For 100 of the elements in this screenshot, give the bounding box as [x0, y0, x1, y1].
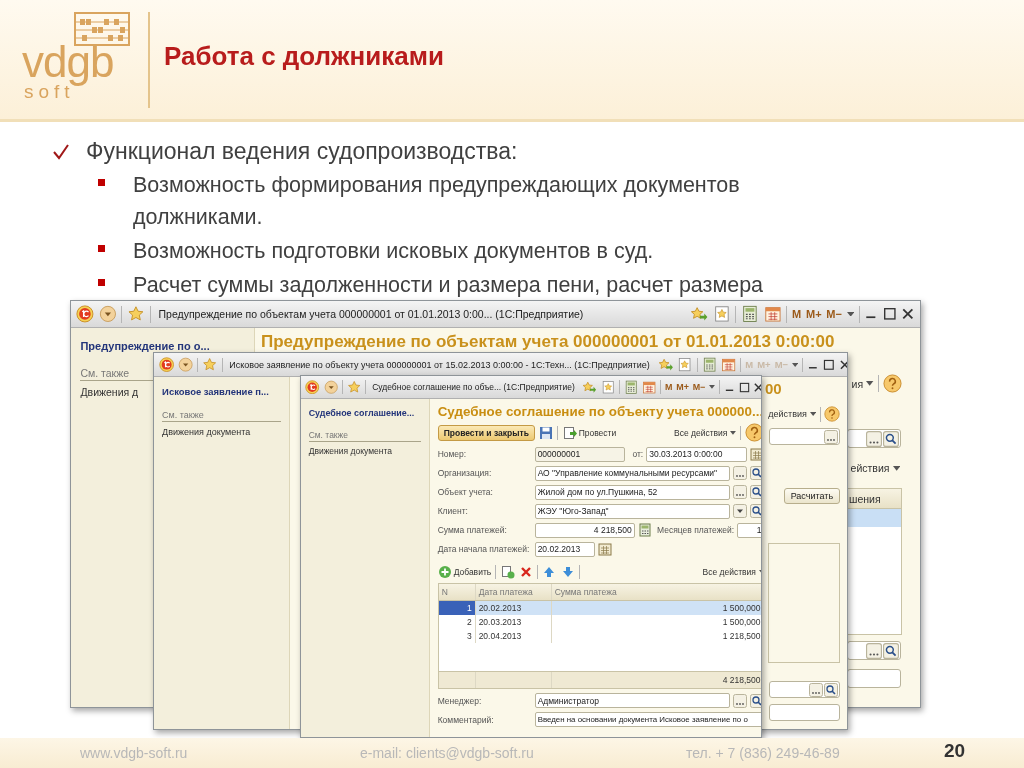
- input-field[interactable]: [769, 428, 841, 446]
- help-icon[interactable]: [824, 406, 841, 423]
- favorite-page-icon[interactable]: [712, 305, 731, 324]
- app-logo-icon[interactable]: [76, 305, 95, 324]
- maximize-icon[interactable]: [738, 381, 750, 393]
- field-label: Месяцев платежей:: [656, 525, 735, 536]
- sidebar-link[interactable]: Движения документа: [308, 445, 392, 456]
- memory-button[interactable]: M: [792, 308, 802, 321]
- post-and-close-button[interactable]: Провести и закрыть: [437, 424, 535, 441]
- search-icon[interactable]: [883, 430, 899, 447]
- document-heading: Предупреждение по объектам учета 000000001 от 01.01.2013 0:00:00: [261, 333, 835, 351]
- actions-menu[interactable]: ия: [851, 377, 874, 390]
- star-icon[interactable]: [346, 379, 361, 395]
- bullet-text: Возможность формирования предупреждающих документов должниками.: [133, 172, 741, 231]
- copy-icon[interactable]: [500, 564, 515, 579]
- column-header[interactable]: Сумма платежа: [550, 584, 761, 601]
- search-icon[interactable]: [824, 682, 839, 697]
- column-header[interactable]: N: [438, 584, 475, 601]
- app-logo-icon[interactable]: [158, 357, 174, 373]
- favorite-page-icon[interactable]: [600, 379, 616, 395]
- star-arrow-icon[interactable]: [657, 357, 674, 373]
- dots-icon[interactable]: [866, 642, 882, 659]
- input-field[interactable]: ЖЭУ "Юго-Запад": [534, 503, 731, 519]
- input-field[interactable]: АО "Управление коммунальными ресурсами": [534, 465, 731, 481]
- calculator-icon[interactable]: [623, 379, 639, 395]
- sidebar-link[interactable]: Движения д: [80, 386, 139, 399]
- dropdown-icon[interactable]: [323, 379, 338, 395]
- calendar-icon[interactable]: [763, 305, 782, 324]
- app-logo-icon[interactable]: [305, 379, 320, 395]
- memory-button[interactable]: M+: [805, 308, 822, 321]
- dropdown-icon[interactable]: [98, 305, 117, 324]
- input-field[interactable]: 30.03.2013 0:00:00: [646, 446, 748, 462]
- dropdown-button-icon[interactable]: [733, 504, 748, 519]
- input-field[interactable]: [769, 704, 841, 722]
- dots-icon[interactable]: [733, 485, 748, 500]
- close-icon[interactable]: [838, 358, 847, 371]
- calculator-icon[interactable]: [741, 305, 760, 324]
- calendar-icon[interactable]: [720, 357, 737, 373]
- actions-menu[interactable]: Все действия: [674, 427, 736, 438]
- search-icon[interactable]: [750, 485, 761, 500]
- close-icon[interactable]: [753, 381, 761, 393]
- input-field[interactable]: 20.02.2013: [534, 541, 595, 557]
- caret-icon: [809, 412, 816, 417]
- table-cell: 1: [438, 601, 475, 616]
- memory-button[interactable]: M−: [692, 382, 706, 393]
- calculator-button-icon[interactable]: [637, 523, 652, 538]
- input-field[interactable]: 000000001: [534, 446, 625, 462]
- table-cell: 20.03.2013: [474, 615, 551, 630]
- help-icon[interactable]: [745, 423, 761, 443]
- input-field[interactable]: 4 218,500: [534, 522, 635, 538]
- calculator-icon[interactable]: [701, 357, 717, 373]
- dots-icon[interactable]: [809, 682, 824, 697]
- input-field[interactable]: [847, 429, 901, 449]
- table-cell: 1 500,000: [550, 615, 761, 630]
- move-down-icon[interactable]: [560, 564, 575, 579]
- selected-row[interactable]: [847, 509, 901, 528]
- input-field[interactable]: [847, 669, 901, 689]
- column-header[interactable]: Дата платежа: [474, 584, 551, 601]
- memory-button[interactable]: M+: [676, 382, 689, 393]
- input-field[interactable]: Администратор: [534, 693, 731, 709]
- table-cell-text: 3: [465, 630, 473, 644]
- save-icon[interactable]: [539, 425, 554, 440]
- dots-icon[interactable]: [824, 429, 839, 444]
- input-field[interactable]: [847, 641, 901, 661]
- post-button[interactable]: Провести: [562, 425, 617, 440]
- field-label: Сумма платежей:: [437, 525, 508, 536]
- calendar-icon[interactable]: [641, 379, 657, 395]
- search-icon[interactable]: [750, 693, 761, 708]
- slide-title: Работа с должниками: [164, 41, 444, 72]
- calendar-button-icon[interactable]: [597, 542, 612, 557]
- star-icon[interactable]: [202, 357, 218, 373]
- dots-icon[interactable]: [866, 430, 882, 447]
- maximize-icon[interactable]: [882, 307, 897, 321]
- dots-icon[interactable]: [733, 693, 748, 708]
- favorite-page-icon[interactable]: [677, 357, 693, 373]
- input-field[interactable]: 1: [737, 522, 761, 538]
- dots-icon[interactable]: [733, 466, 748, 481]
- dropdown-icon[interactable]: [177, 357, 194, 373]
- actions-menu[interactable]: ействия: [850, 462, 900, 475]
- add-button[interactable]: Добавить: [437, 564, 492, 579]
- field-label: Дата начала платежей:: [437, 544, 531, 555]
- memory-button[interactable]: M−: [826, 308, 842, 321]
- search-icon[interactable]: [883, 642, 899, 659]
- column-header[interactable]: шения: [847, 489, 901, 510]
- caret-icon: [709, 385, 716, 389]
- help-icon[interactable]: [883, 374, 902, 394]
- star-arrow-icon[interactable]: [582, 379, 597, 395]
- calculate-button[interactable]: Расчитать: [783, 488, 841, 505]
- delete-icon[interactable]: [518, 564, 533, 579]
- star-icon[interactable]: [127, 305, 145, 324]
- input-field[interactable]: [769, 681, 841, 699]
- search-icon[interactable]: [750, 466, 761, 481]
- actions-menu[interactable]: Все действия: [702, 566, 761, 577]
- input-field[interactable]: Жилой дом по ул.Пушкина, 52: [534, 484, 731, 500]
- sidebar-link[interactable]: Движения документа: [162, 426, 251, 437]
- close-icon[interactable]: [901, 307, 915, 321]
- maximize-icon[interactable]: [823, 358, 835, 371]
- search-icon[interactable]: [750, 504, 761, 519]
- memory-button[interactable]: M: [665, 382, 673, 393]
- actions-menu[interactable]: действия: [768, 409, 816, 420]
